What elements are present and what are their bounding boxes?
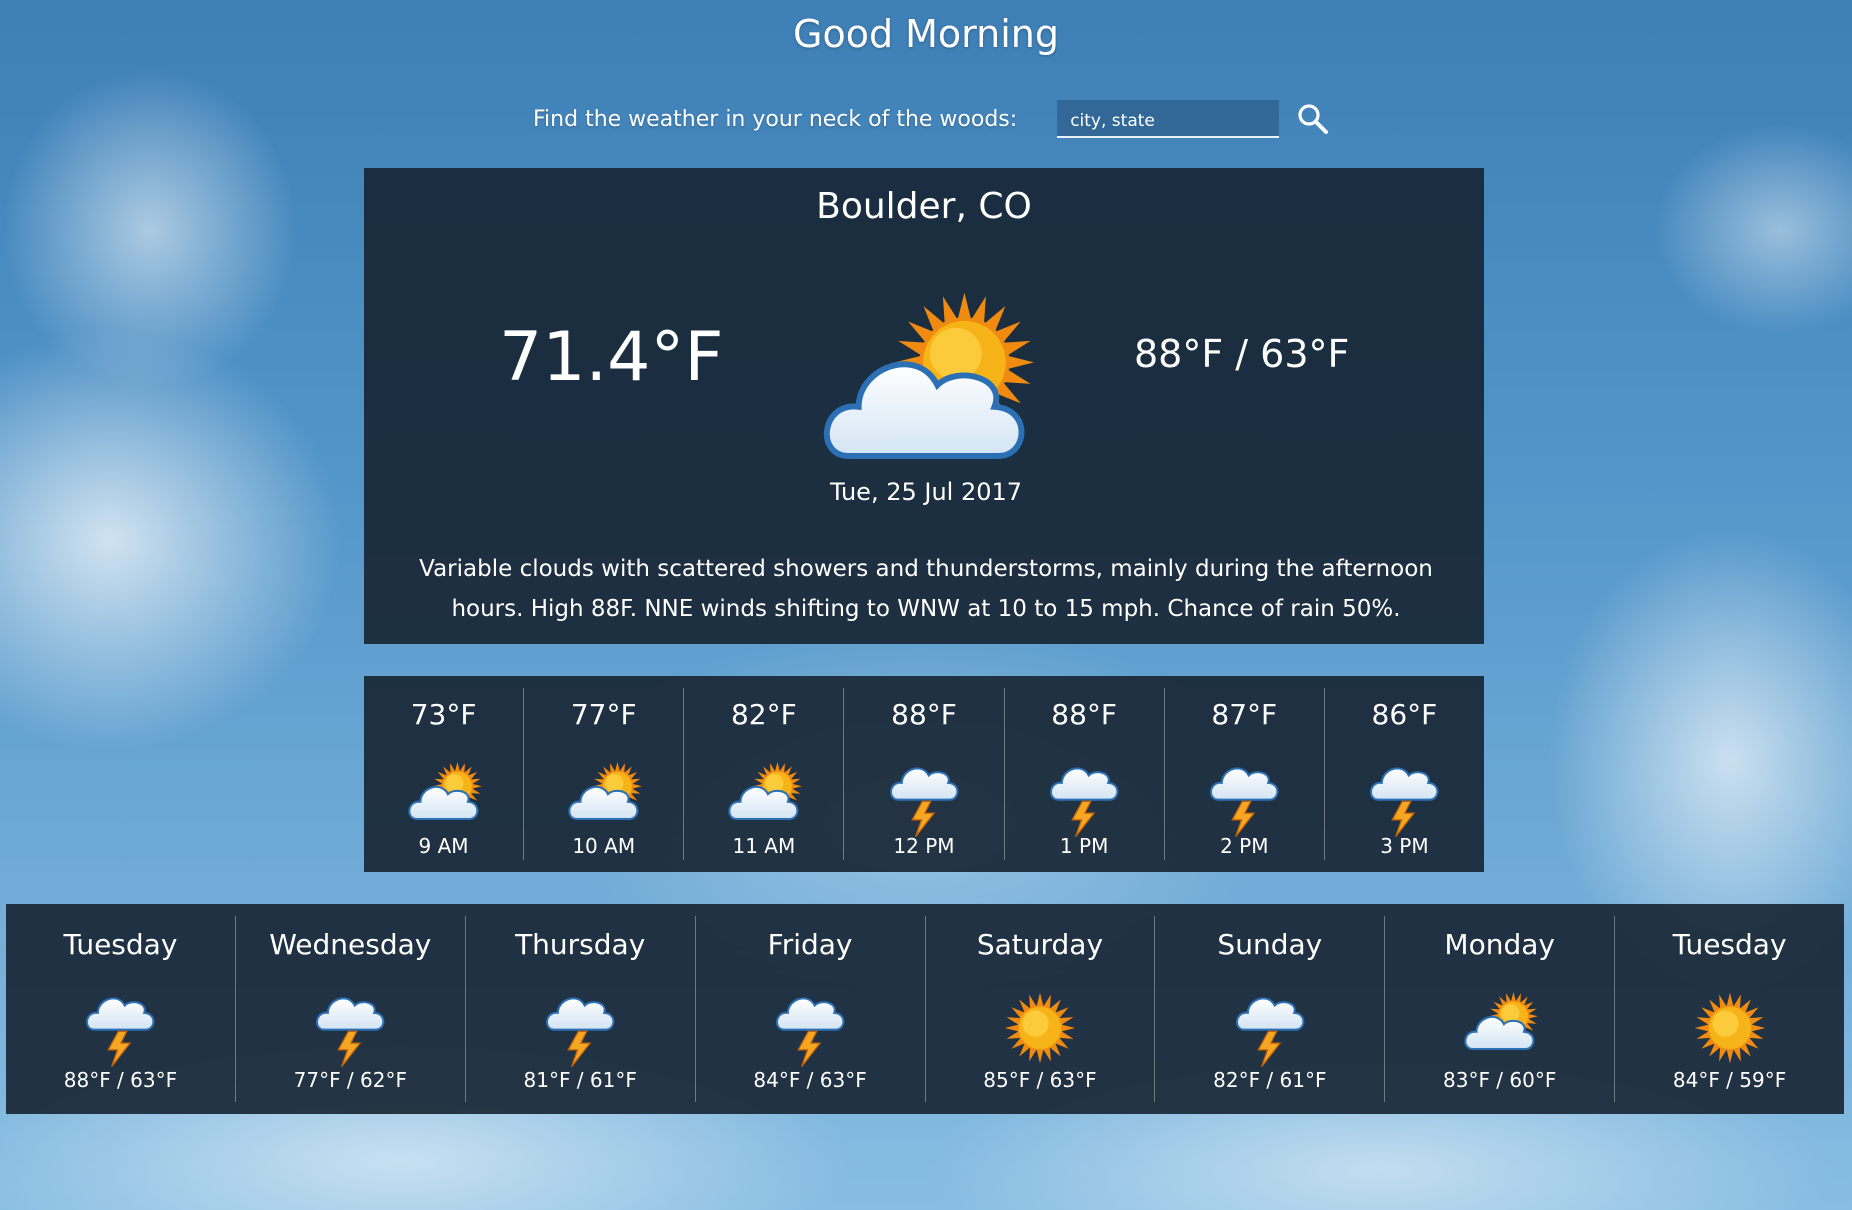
hour-time: 2 PM bbox=[1220, 834, 1269, 858]
hourly-forecast: 73°F 9 AM 77°F 10 AM 82°F 11 AM 88°F 12 PM 88°F 1… bbox=[364, 676, 1484, 872]
partly-cloudy-icon bbox=[1464, 991, 1538, 1051]
thunderstorm-icon bbox=[1370, 767, 1439, 838]
day-name: Tuesday bbox=[1672, 928, 1787, 961]
thunderstorm-icon bbox=[316, 997, 385, 1068]
partly-cloudy-icon bbox=[407, 761, 482, 821]
search-input[interactable] bbox=[1057, 100, 1280, 138]
thunderstorm-icon bbox=[86, 997, 155, 1068]
daily-forecast: Tuesday 88°F / 63°F Wednesday 77°F / 62°F Th… bbox=[6, 904, 1844, 1114]
sunny-icon bbox=[1694, 992, 1765, 1064]
hour-weather-icon bbox=[1202, 756, 1286, 844]
day-weather-icon bbox=[768, 986, 852, 1074]
thunderstorm-icon bbox=[546, 997, 615, 1068]
search-prompt: Find the weather in your neck of the woo… bbox=[533, 106, 1018, 132]
day-name: Monday bbox=[1444, 928, 1555, 961]
day-name: Tuesday bbox=[63, 928, 178, 961]
day-weather-icon bbox=[1458, 986, 1542, 1074]
day-weather-icon bbox=[78, 986, 162, 1074]
day-weather-icon bbox=[308, 986, 392, 1074]
thunderstorm-icon bbox=[890, 767, 959, 838]
hour-temperature: 87°F bbox=[1211, 698, 1278, 731]
search-button[interactable] bbox=[1295, 101, 1331, 137]
current-high-low: 88°F / 63°F bbox=[1134, 332, 1350, 376]
hour-temperature: 82°F bbox=[730, 698, 797, 731]
hour-time: 1 PM bbox=[1059, 834, 1109, 858]
day-name: Sunday bbox=[1217, 928, 1323, 961]
city-name: Boulder, CO bbox=[816, 186, 1032, 227]
day-high-low: 81°F / 61°F bbox=[523, 1068, 637, 1092]
sunny-icon bbox=[1004, 992, 1076, 1064]
hour-time: 12 PM bbox=[893, 834, 955, 858]
hour-temperature: 77°F bbox=[570, 698, 637, 731]
partly-cloudy-icon bbox=[728, 761, 802, 821]
current-date: Tue, 25 Jul 2017 bbox=[829, 478, 1023, 506]
day-item: Saturday 85°F / 63°F bbox=[926, 916, 1156, 1102]
hour-item: 88°F 1 PM bbox=[1005, 688, 1165, 860]
day-item: Thursday 81°F / 61°F bbox=[466, 916, 696, 1102]
partly-cloudy-icon bbox=[568, 761, 642, 821]
day-item: Monday 83°F / 60°F bbox=[1385, 916, 1616, 1102]
day-weather-icon bbox=[538, 986, 622, 1074]
day-high-low: 84°F / 63°F bbox=[753, 1068, 867, 1092]
hour-temperature: 88°F bbox=[891, 698, 957, 731]
day-name: Thursday bbox=[515, 928, 646, 961]
day-name: Friday bbox=[767, 928, 853, 961]
hour-item: 77°F 10 AM bbox=[524, 688, 685, 860]
day-item: Friday 84°F / 63°F bbox=[696, 916, 926, 1102]
hour-item: 88°F 12 PM bbox=[844, 688, 1005, 860]
hour-time: 3 PM bbox=[1380, 834, 1429, 858]
day-item: Tuesday 88°F / 63°F bbox=[6, 916, 236, 1102]
hour-temperature: 86°F bbox=[1371, 698, 1438, 731]
hour-weather-icon bbox=[882, 756, 966, 844]
day-weather-icon bbox=[1688, 986, 1772, 1074]
day-name: Saturday bbox=[976, 928, 1104, 961]
day-high-low: 83°F / 60°F bbox=[1443, 1068, 1557, 1092]
hour-item: 73°F 9 AM bbox=[364, 688, 525, 860]
thunderstorm-icon bbox=[1235, 997, 1305, 1068]
hour-weather-icon bbox=[402, 756, 486, 844]
forecast-summary: Variable clouds with scattered showers a… bbox=[419, 556, 1433, 622]
hour-weather-icon bbox=[562, 756, 646, 844]
hour-time: 11 AM bbox=[732, 834, 796, 858]
hour-item: 87°F 2 PM bbox=[1165, 688, 1325, 860]
hour-time: 10 AM bbox=[572, 834, 636, 858]
hour-temperature: 73°F bbox=[410, 698, 477, 731]
day-weather-icon bbox=[998, 986, 1082, 1074]
day-name: Wednesday bbox=[269, 928, 432, 961]
hour-item: 86°F 3 PM bbox=[1325, 688, 1484, 860]
hour-weather-icon bbox=[722, 756, 806, 844]
thunderstorm-icon bbox=[776, 997, 845, 1068]
day-item: Tuesday 84°F / 59°F bbox=[1615, 916, 1844, 1102]
search-icon bbox=[1298, 104, 1329, 134]
hour-time: 9 AM bbox=[418, 834, 469, 858]
day-item: Wednesday 77°F / 62°F bbox=[236, 916, 466, 1102]
greeting-title: Good Morning bbox=[793, 12, 1059, 56]
day-weather-icon bbox=[1228, 986, 1312, 1074]
hour-weather-icon bbox=[1042, 756, 1126, 844]
day-high-low: 77°F / 62°F bbox=[293, 1068, 407, 1092]
day-high-low: 85°F / 63°F bbox=[983, 1068, 1097, 1092]
hour-temperature: 88°F bbox=[1051, 698, 1117, 731]
day-high-low: 84°F / 59°F bbox=[1672, 1068, 1787, 1092]
hour-item: 82°F 11 AM bbox=[684, 688, 845, 860]
search-bar: Find the weather in your neck of the woo… bbox=[533, 98, 1331, 140]
day-high-low: 82°F / 61°F bbox=[1213, 1068, 1327, 1092]
hour-weather-icon bbox=[1362, 756, 1446, 844]
day-item: Sunday 82°F / 61°F bbox=[1155, 916, 1386, 1102]
thunderstorm-icon bbox=[1050, 767, 1119, 838]
day-high-low: 88°F / 63°F bbox=[63, 1068, 178, 1092]
current-temperature: 71.4°F bbox=[499, 318, 724, 397]
thunderstorm-icon bbox=[1210, 767, 1279, 838]
